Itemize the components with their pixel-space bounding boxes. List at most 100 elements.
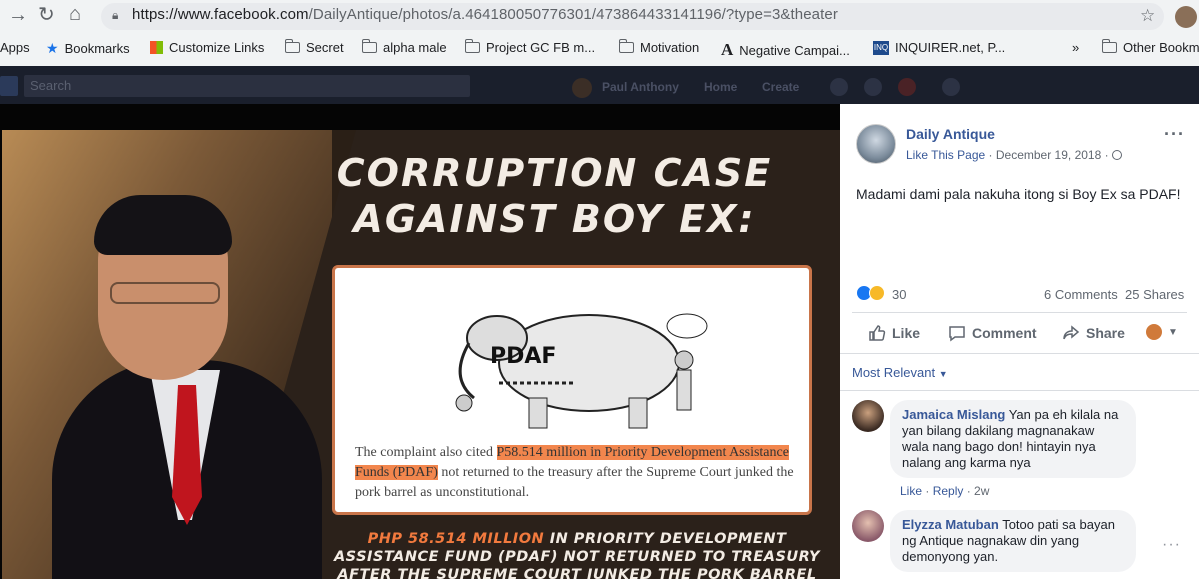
bookmark-negative-campaign[interactable]: A Negative Campai... bbox=[721, 40, 850, 60]
forward-arrow-icon[interactable]: → bbox=[8, 5, 28, 25]
bookmark-inquirer[interactable]: INQ INQUIRER.net, P... bbox=[873, 40, 1005, 55]
bookmark-secret[interactable]: Secret bbox=[285, 39, 344, 55]
bookmark-project-gc[interactable]: Project GC FB m... bbox=[465, 39, 596, 55]
poster-card: PDAF The complaint also cited P58.514 mi… bbox=[332, 265, 812, 515]
portrait-hair bbox=[94, 195, 232, 255]
folder-icon bbox=[465, 39, 480, 53]
post-text: Madami dami pala nakuha itong si Boy Ex … bbox=[856, 186, 1181, 202]
comment-age[interactable]: 2w bbox=[974, 484, 989, 498]
folder-icon bbox=[1102, 39, 1117, 53]
quote-highlight-1: P58.514 million in Priority Development … bbox=[496, 445, 789, 460]
quote-highlight-2: Funds (PDAF) bbox=[355, 465, 438, 480]
portrait-glasses bbox=[110, 282, 220, 304]
commenter-name[interactable]: Jamaica Mislang bbox=[902, 407, 1005, 422]
folder-icon bbox=[362, 39, 377, 53]
create-link[interactable]: Create bbox=[762, 80, 799, 94]
commenter-name[interactable]: Elyzza Matuban bbox=[902, 517, 999, 532]
share-arrow-icon bbox=[1063, 325, 1080, 340]
photo-viewer[interactable]: CORRUPTION CASE AGAINST BOY EX: PDAF The… bbox=[0, 104, 840, 579]
bookmark-label: Customize Links bbox=[169, 40, 265, 55]
folder-icon bbox=[619, 39, 634, 53]
editorial-cartoon-image bbox=[455, 313, 708, 429]
bookmark-label: Motivation bbox=[640, 40, 700, 55]
sort-label: Most Relevant bbox=[852, 365, 936, 380]
post-as-selector[interactable]: ▼ bbox=[1146, 324, 1178, 340]
bookmarks-overflow[interactable]: » bbox=[1072, 40, 1079, 55]
bookmark-apps[interactable]: Apps bbox=[0, 40, 30, 55]
comment-count-link[interactable]: 6 Comments bbox=[1044, 287, 1118, 302]
commenter-avatar[interactable] bbox=[852, 400, 884, 432]
post-as-avatar bbox=[1146, 324, 1162, 340]
comment-sort-dropdown[interactable]: Most Relevant ▼ bbox=[852, 365, 948, 380]
comment-bubble: Elyzza Matuban Totoo pati sa bayan ng An… bbox=[890, 510, 1136, 572]
comment-label: Comment bbox=[972, 325, 1037, 341]
bookmark-bookmarks[interactable]: ★ Bookmarks bbox=[46, 40, 130, 57]
divider bbox=[840, 390, 1199, 391]
bookmark-motivation[interactable]: Motivation bbox=[619, 39, 700, 55]
comment-reply-link[interactable]: Reply bbox=[933, 484, 964, 498]
profile-avatar[interactable] bbox=[1175, 6, 1197, 28]
friends-icon[interactable] bbox=[830, 78, 848, 96]
user-name-link[interactable]: Paul Anthony bbox=[602, 80, 679, 94]
bookmark-customize-links[interactable]: Customize Links bbox=[150, 40, 264, 55]
bookmark-label: Secret bbox=[306, 40, 344, 55]
facebook-logo-icon[interactable] bbox=[0, 76, 18, 96]
poster-quote: The complaint also cited P58.514 million… bbox=[355, 443, 800, 503]
facebook-search-input[interactable]: Search bbox=[24, 75, 470, 97]
browser-chrome: → ↻ ⌂ 🔒︎ https://www.facebook.com/DailyA… bbox=[0, 0, 1199, 66]
like-button[interactable]: Like bbox=[868, 324, 920, 342]
meta-separator: · bbox=[1104, 148, 1109, 162]
caret-down-icon: ▼ bbox=[938, 369, 948, 379]
reactions-icons[interactable] bbox=[856, 285, 885, 301]
url-host: https://www.facebook.com bbox=[132, 6, 309, 23]
page-name-link[interactable]: Daily Antique bbox=[906, 126, 995, 142]
like-label: Like bbox=[892, 325, 921, 341]
bookmark-label: Project GC FB m... bbox=[486, 40, 596, 55]
bookmark-other[interactable]: Other Bookm bbox=[1102, 39, 1199, 55]
wow-reaction-icon bbox=[869, 285, 885, 301]
star-icon[interactable]: ☆ bbox=[1140, 6, 1155, 26]
star-filled-icon: ★ bbox=[46, 40, 59, 56]
bookmark-label: Negative Campai... bbox=[739, 42, 850, 58]
bookmark-alpha-male[interactable]: alpha male bbox=[362, 39, 447, 55]
comment-bubble-icon bbox=[949, 326, 965, 342]
reaction-count[interactable]: 30 bbox=[892, 287, 906, 302]
bookmark-label: INQUIRER.net, P... bbox=[895, 40, 1006, 55]
user-avatar[interactable] bbox=[572, 78, 592, 98]
home-icon[interactable]: ⌂ bbox=[69, 4, 81, 24]
comment-button[interactable]: Comment bbox=[948, 324, 1037, 342]
poster-headline: CORRUPTION CASE AGAINST BOY EX: bbox=[332, 150, 777, 242]
reload-icon[interactable]: ↻ bbox=[38, 5, 55, 25]
help-icon[interactable] bbox=[942, 78, 960, 96]
quote-text-pre: The complaint also cited bbox=[355, 445, 497, 460]
share-count-link[interactable]: 25 Shares bbox=[1125, 287, 1184, 302]
share-button[interactable]: Share bbox=[1062, 324, 1125, 342]
comment-options-icon[interactable]: ··· bbox=[1162, 536, 1181, 554]
messenger-icon[interactable] bbox=[864, 78, 882, 96]
share-label: Share bbox=[1086, 325, 1125, 341]
chevron-down-icon: ▼ bbox=[1168, 326, 1178, 338]
comment-meta: Like · Reply · 2w bbox=[900, 484, 990, 498]
url-text[interactable]: https://www.facebook.com/DailyAntique/ph… bbox=[132, 6, 838, 23]
post-date[interactable]: December 19, 2018 bbox=[996, 148, 1101, 162]
caption-highlight: PHP 58.514 MILLION bbox=[367, 531, 545, 547]
post-panel: Daily Antique Like This Page · December … bbox=[840, 104, 1199, 579]
comment-like-link[interactable]: Like bbox=[900, 484, 922, 498]
commenter-avatar[interactable] bbox=[852, 510, 884, 542]
facebook-top-bar: Search Paul Anthony Home Create bbox=[0, 66, 1199, 104]
bookmark-label: alpha male bbox=[383, 40, 447, 55]
letter-a-icon: A bbox=[721, 40, 734, 59]
page-avatar[interactable] bbox=[856, 124, 896, 164]
notifications-icon[interactable] bbox=[898, 78, 916, 96]
home-link[interactable]: Home bbox=[704, 80, 737, 94]
like-page-link[interactable]: Like This Page bbox=[906, 148, 985, 162]
bookmark-label: Apps bbox=[0, 40, 30, 55]
comment-bubble: Jamaica Mislang Yan pa eh kilala na yan … bbox=[890, 400, 1136, 478]
more-options-icon[interactable]: ··· bbox=[1164, 124, 1185, 145]
globe-icon bbox=[1111, 150, 1122, 160]
lock-icon: 🔒︎ bbox=[112, 8, 119, 22]
bookmark-label: Bookmarks bbox=[64, 41, 130, 56]
url-path: /DailyAntique/photos/a.464180050776301/4… bbox=[308, 6, 838, 23]
thumbs-up-icon bbox=[869, 325, 886, 341]
poster-bottom-caption: PHP 58.514 MILLION IN PRIORITY DEVELOPME… bbox=[332, 530, 822, 579]
